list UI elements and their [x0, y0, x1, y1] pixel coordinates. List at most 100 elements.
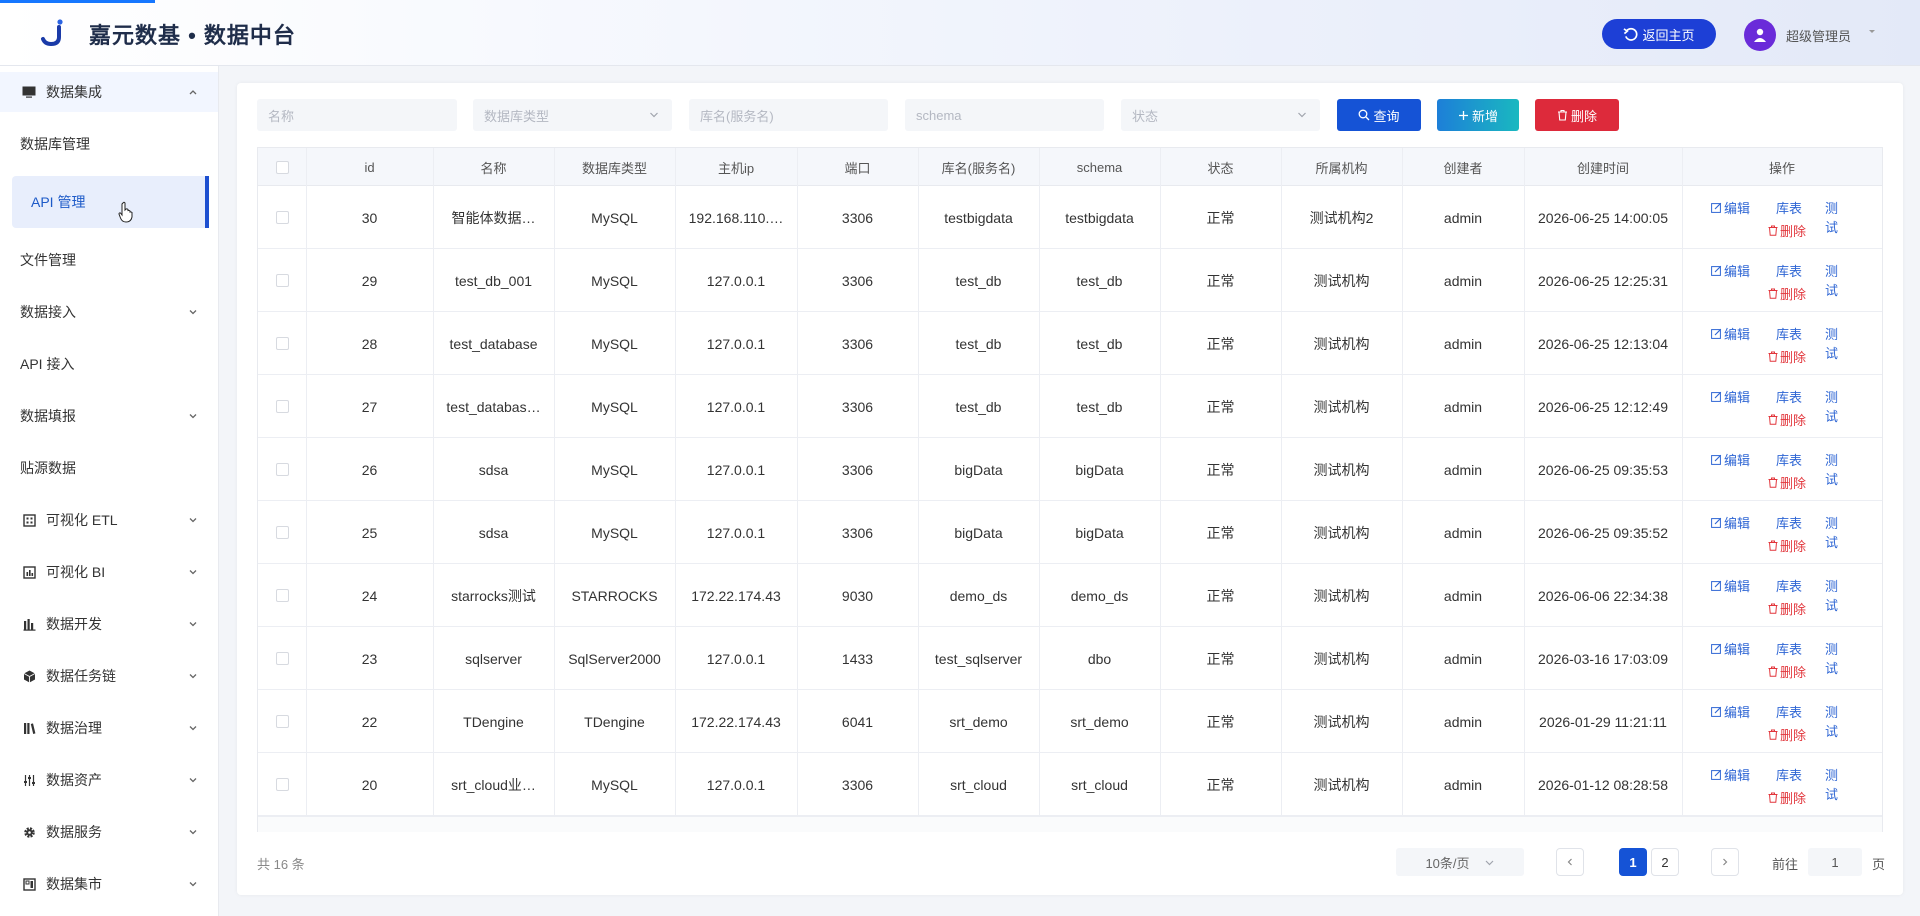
prev-page-button[interactable] [1556, 848, 1584, 876]
edit-button[interactable]: 编辑 [1711, 450, 1750, 469]
user-name[interactable]: 超级管理员 [1786, 26, 1851, 45]
tables-button[interactable]: 库表 [1776, 387, 1802, 406]
status-select[interactable]: 状态 [1121, 99, 1320, 131]
select-checkbox[interactable] [275, 400, 289, 413]
select-all-checkbox[interactable] [275, 160, 289, 174]
select-checkbox[interactable] [275, 337, 289, 350]
row-delete-button[interactable]: 删除 [1768, 284, 1806, 303]
row-select-cell [258, 312, 306, 375]
tables-button[interactable]: 库表 [1776, 261, 1802, 280]
edit-button[interactable]: 编辑 [1711, 513, 1750, 532]
sidebar-item-data-development[interactable]: 数据开发 [0, 604, 218, 644]
sidebar-item-visual-bi[interactable]: 可视化 BI [0, 552, 218, 592]
cell-port: 3306 [841, 524, 874, 541]
test-button[interactable]: 测试 [1825, 387, 1845, 425]
row-delete-button[interactable]: 删除 [1768, 662, 1806, 681]
sidebar-item-visual-etl[interactable]: 可视化 ETL [0, 500, 218, 540]
sidebar-item-task-chain[interactable]: 数据任务链 [0, 656, 218, 696]
sidebar-item-file-management[interactable]: 文件管理 [0, 240, 218, 280]
tables-button[interactable]: 库表 [1776, 639, 1802, 658]
tables-button[interactable]: 库表 [1776, 198, 1802, 217]
sidebar-item-data-integration[interactable]: 数据集成 [0, 72, 218, 112]
cell-host: 127.0.0.1 [706, 776, 766, 793]
sidebar-item-api-management[interactable]: API 管理 [12, 176, 208, 228]
sidebar-item-api-access[interactable]: API 接入 [0, 344, 218, 384]
sidebar-item-source-data[interactable]: 贴源数据 [0, 448, 218, 488]
avatar[interactable] [1744, 19, 1776, 51]
select-checkbox[interactable] [275, 526, 289, 539]
edit-button[interactable]: 编辑 [1711, 765, 1750, 784]
edit-button[interactable]: 编辑 [1711, 576, 1750, 595]
row-delete-button[interactable]: 删除 [1768, 410, 1806, 429]
row-actions: 编辑 库表 测试 删除 [1682, 564, 1845, 627]
select-checkbox[interactable] [275, 274, 289, 287]
edit-button[interactable]: 编辑 [1711, 639, 1750, 658]
column-header: 端口 [844, 160, 871, 176]
return-home-button[interactable]: 返回主页 [1602, 19, 1716, 49]
row-delete-button[interactable]: 删除 [1768, 221, 1806, 240]
edit-button[interactable]: 编辑 [1711, 702, 1750, 721]
sidebar-item-data-assets[interactable]: 数据资产 [0, 760, 218, 800]
edit-button[interactable]: 编辑 [1711, 324, 1750, 343]
row-delete-button[interactable]: 删除 [1768, 473, 1806, 492]
test-button[interactable]: 测试 [1825, 450, 1845, 488]
page-size-select[interactable]: 10条/页 [1396, 848, 1524, 876]
cell-schema: testbigdata [1065, 209, 1134, 226]
row-delete-button[interactable]: 删除 [1768, 599, 1806, 618]
select-checkbox[interactable] [275, 715, 289, 728]
sidebar-item-data-mart[interactable]: 数据集市 [0, 864, 218, 904]
row-delete-button[interactable]: 删除 [1768, 536, 1806, 555]
sidebar-item-data-service[interactable]: 数据服务 [0, 812, 218, 852]
test-button[interactable]: 测试 [1825, 198, 1845, 236]
sidebar-item-database-management[interactable]: 数据库管理 [0, 124, 218, 164]
horizontal-scrollbar[interactable] [258, 816, 1882, 832]
select-checkbox[interactable] [275, 463, 289, 476]
tables-button[interactable]: 库表 [1776, 576, 1802, 595]
select-checkbox[interactable] [275, 211, 289, 224]
cell-schema: bigData [1075, 524, 1124, 541]
building-icon [20, 511, 38, 529]
select-checkbox[interactable] [275, 589, 289, 602]
tables-button-label: 库表 [1776, 705, 1803, 720]
sidebar-item-data-fill[interactable]: 数据填报 [0, 396, 218, 436]
page-2-button[interactable]: 2 [1651, 848, 1679, 876]
row-actions: 编辑 库表 测试 删除 [1682, 627, 1845, 690]
edit-button[interactable]: 编辑 [1711, 387, 1750, 406]
row-delete-button[interactable]: 删除 [1768, 788, 1806, 807]
tables-button[interactable]: 库表 [1776, 765, 1802, 784]
test-button[interactable]: 测试 [1825, 639, 1845, 677]
tables-button[interactable]: 库表 [1776, 513, 1802, 532]
db-type-select[interactable]: 数据库类型 [473, 99, 672, 131]
db-name-filter-input[interactable]: 库名(服务名) [689, 99, 888, 131]
select-checkbox[interactable] [275, 778, 289, 791]
name-filter-input[interactable]: 名称 [257, 99, 457, 131]
caret-down-icon[interactable] [1866, 25, 1878, 37]
test-button[interactable]: 测试 [1825, 702, 1845, 740]
query-button[interactable]: 查询 [1337, 99, 1421, 131]
test-button[interactable]: 测试 [1825, 324, 1845, 362]
row-delete-button[interactable]: 删除 [1768, 725, 1806, 744]
sidebar-item-data-access[interactable]: 数据接入 [0, 292, 218, 332]
cell-type: MySQL [591, 209, 638, 226]
select-checkbox[interactable] [275, 652, 289, 665]
tables-button[interactable]: 库表 [1776, 324, 1802, 343]
cell-creator: admin [1443, 335, 1483, 352]
column-header: 操作 [1768, 160, 1795, 176]
test-button[interactable]: 测试 [1825, 261, 1845, 299]
next-page-button[interactable] [1711, 848, 1739, 876]
cell-status: 正常 [1206, 461, 1235, 478]
page-1-button[interactable]: 1 [1619, 848, 1647, 876]
row-delete-button[interactable]: 删除 [1768, 347, 1806, 366]
add-button[interactable]: 新增 [1437, 99, 1519, 131]
edit-button[interactable]: 编辑 [1711, 198, 1750, 217]
test-button[interactable]: 测试 [1825, 765, 1845, 803]
schema-filter-input[interactable]: schema [905, 99, 1104, 131]
sidebar-item-data-governance[interactable]: 数据治理 [0, 708, 218, 748]
test-button[interactable]: 测试 [1825, 513, 1845, 551]
goto-page-input[interactable]: 1 [1808, 848, 1862, 876]
test-button[interactable]: 测试 [1825, 576, 1845, 614]
edit-button[interactable]: 编辑 [1711, 261, 1750, 280]
tables-button[interactable]: 库表 [1776, 702, 1802, 721]
delete-button[interactable]: 删除 [1535, 99, 1619, 131]
tables-button[interactable]: 库表 [1776, 450, 1802, 469]
